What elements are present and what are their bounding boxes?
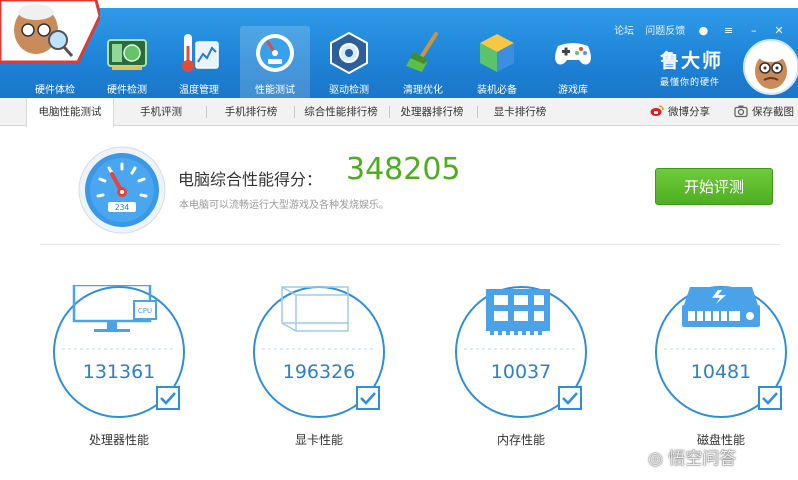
- gamepad-icon: [555, 43, 591, 65]
- gpu-performance-label: 显卡性能: [294, 433, 343, 447]
- broom-icon: [406, 32, 438, 72]
- toolbar-temperature[interactable]: 温度管理: [164, 26, 234, 102]
- toolbar-games[interactable]: 游戏库: [538, 26, 608, 102]
- top-toolbar: 硬件体检 硬件检测 温度管理 性能测试 驱动检测 清理优化 装机必备 游戏库 论…: [0, 8, 798, 102]
- watermark-text: 悟空问答: [668, 449, 737, 469]
- mascot-avatar-icon[interactable]: [742, 38, 798, 96]
- toolbar-label: 驱动检测: [329, 85, 369, 96]
- disk-performance-card[interactable]: 10481: [654, 285, 788, 419]
- memory-score: 10037: [490, 361, 552, 383]
- toolbar-label: 游戏库: [558, 85, 588, 96]
- hardware-detect-icon: [107, 39, 147, 70]
- save-screenshot-button[interactable]: 保存截图: [734, 98, 794, 126]
- app-logo-icon: [0, 0, 100, 64]
- toolbar-driver[interactable]: 驱动检测: [314, 26, 384, 102]
- gauge-digits: 234: [115, 203, 130, 212]
- checkbox-checked-icon[interactable]: [356, 386, 380, 410]
- tab-phone-ranking[interactable]: 手机排行榜: [212, 98, 290, 126]
- window-links: 论坛 问题反馈 ● ≡ – ✕: [606, 22, 786, 37]
- save-screenshot-label: 保存截图: [752, 106, 794, 118]
- skin-icon[interactable]: ≡: [722, 24, 736, 37]
- weibo-icon: [650, 105, 664, 116]
- toolbar-performance[interactable]: 性能测试: [240, 26, 310, 102]
- close-icon[interactable]: ✕: [772, 24, 786, 37]
- tab-separator: [389, 106, 390, 118]
- gpu-score: 196326: [282, 361, 356, 383]
- toolbar-label: 清理优化: [403, 85, 443, 96]
- tab-bar: 电脑性能测试 手机评测 手机排行榜 综合性能排行榜 处理器排行榜 显卡排行榜 微…: [0, 98, 798, 127]
- camera-icon: [734, 105, 748, 118]
- cpu-performance-card[interactable]: CPU 131361: [52, 285, 186, 419]
- brand-slogan: 最懂你的硬件: [660, 78, 721, 88]
- tab-cpu-ranking[interactable]: 处理器排行榜: [394, 98, 470, 126]
- disk-score: 10481: [690, 361, 752, 383]
- settings-icon[interactable]: ●: [696, 24, 710, 37]
- toolbar-hardware-detect[interactable]: 硬件检测: [92, 26, 162, 102]
- tab-overall-ranking[interactable]: 综合性能排行榜: [298, 98, 384, 126]
- overall-score: 348205: [346, 152, 461, 187]
- toolbar-label: 温度管理: [179, 85, 219, 96]
- tab-separator: [294, 106, 295, 118]
- toolbar-cleanup[interactable]: 清理优化: [388, 26, 458, 102]
- checkbox-checked-icon[interactable]: [156, 386, 180, 410]
- section-divider: [40, 244, 780, 245]
- tab-separator: [477, 106, 478, 118]
- tab-pc-benchmark[interactable]: 电脑性能测试: [26, 98, 114, 127]
- toolbar-label: 装机必备: [477, 85, 517, 96]
- memory-performance-label: 内存性能: [496, 433, 545, 447]
- memory-performance-card[interactable]: 10037: [454, 285, 588, 419]
- score-label: 电脑综合性能得分：: [178, 170, 323, 189]
- toolbar-label: 硬件检测: [107, 85, 147, 96]
- toolbar-label: 硬件体检: [35, 85, 75, 96]
- performance-icon: [256, 34, 294, 72]
- watermark-logo-icon: ◎: [648, 449, 663, 469]
- score-description: 本电脑可以流畅运行大型游戏及各种发烧娱乐。: [179, 200, 389, 211]
- start-benchmark-button[interactable]: 开始评测: [655, 168, 773, 205]
- weibo-share-button[interactable]: 微博分享: [650, 98, 710, 126]
- cpu-score: 131361: [82, 361, 156, 383]
- weibo-share-label: 微博分享: [668, 106, 710, 118]
- checkbox-checked-icon[interactable]: [558, 386, 582, 410]
- tab-separator: [206, 106, 207, 118]
- checkbox-checked-icon[interactable]: [758, 386, 782, 410]
- toolbar-label: 性能测试: [255, 85, 295, 96]
- forum-link[interactable]: 论坛: [614, 26, 634, 37]
- brand: 鲁大师 最懂你的硬件: [660, 46, 723, 88]
- tab-gpu-ranking[interactable]: 显卡排行榜: [482, 98, 558, 126]
- watermark: ◎ 悟空问答: [648, 444, 736, 469]
- cpu-performance-label: 处理器性能: [88, 433, 149, 447]
- brand-title: 鲁大师: [660, 50, 724, 72]
- driver-icon: [330, 31, 368, 75]
- package-icon: [480, 34, 514, 72]
- svg-text:CPU: CPU: [138, 307, 152, 315]
- minimize-icon[interactable]: –: [747, 24, 761, 37]
- temperature-icon: [182, 34, 219, 72]
- performance-gauge-icon: 234: [78, 146, 166, 234]
- gpu-performance-card[interactable]: 196326: [252, 285, 386, 419]
- feedback-link[interactable]: 问题反馈: [645, 26, 685, 37]
- tab-phone-review[interactable]: 手机评测: [122, 98, 200, 126]
- toolbar-essentials[interactable]: 装机必备: [462, 26, 532, 102]
